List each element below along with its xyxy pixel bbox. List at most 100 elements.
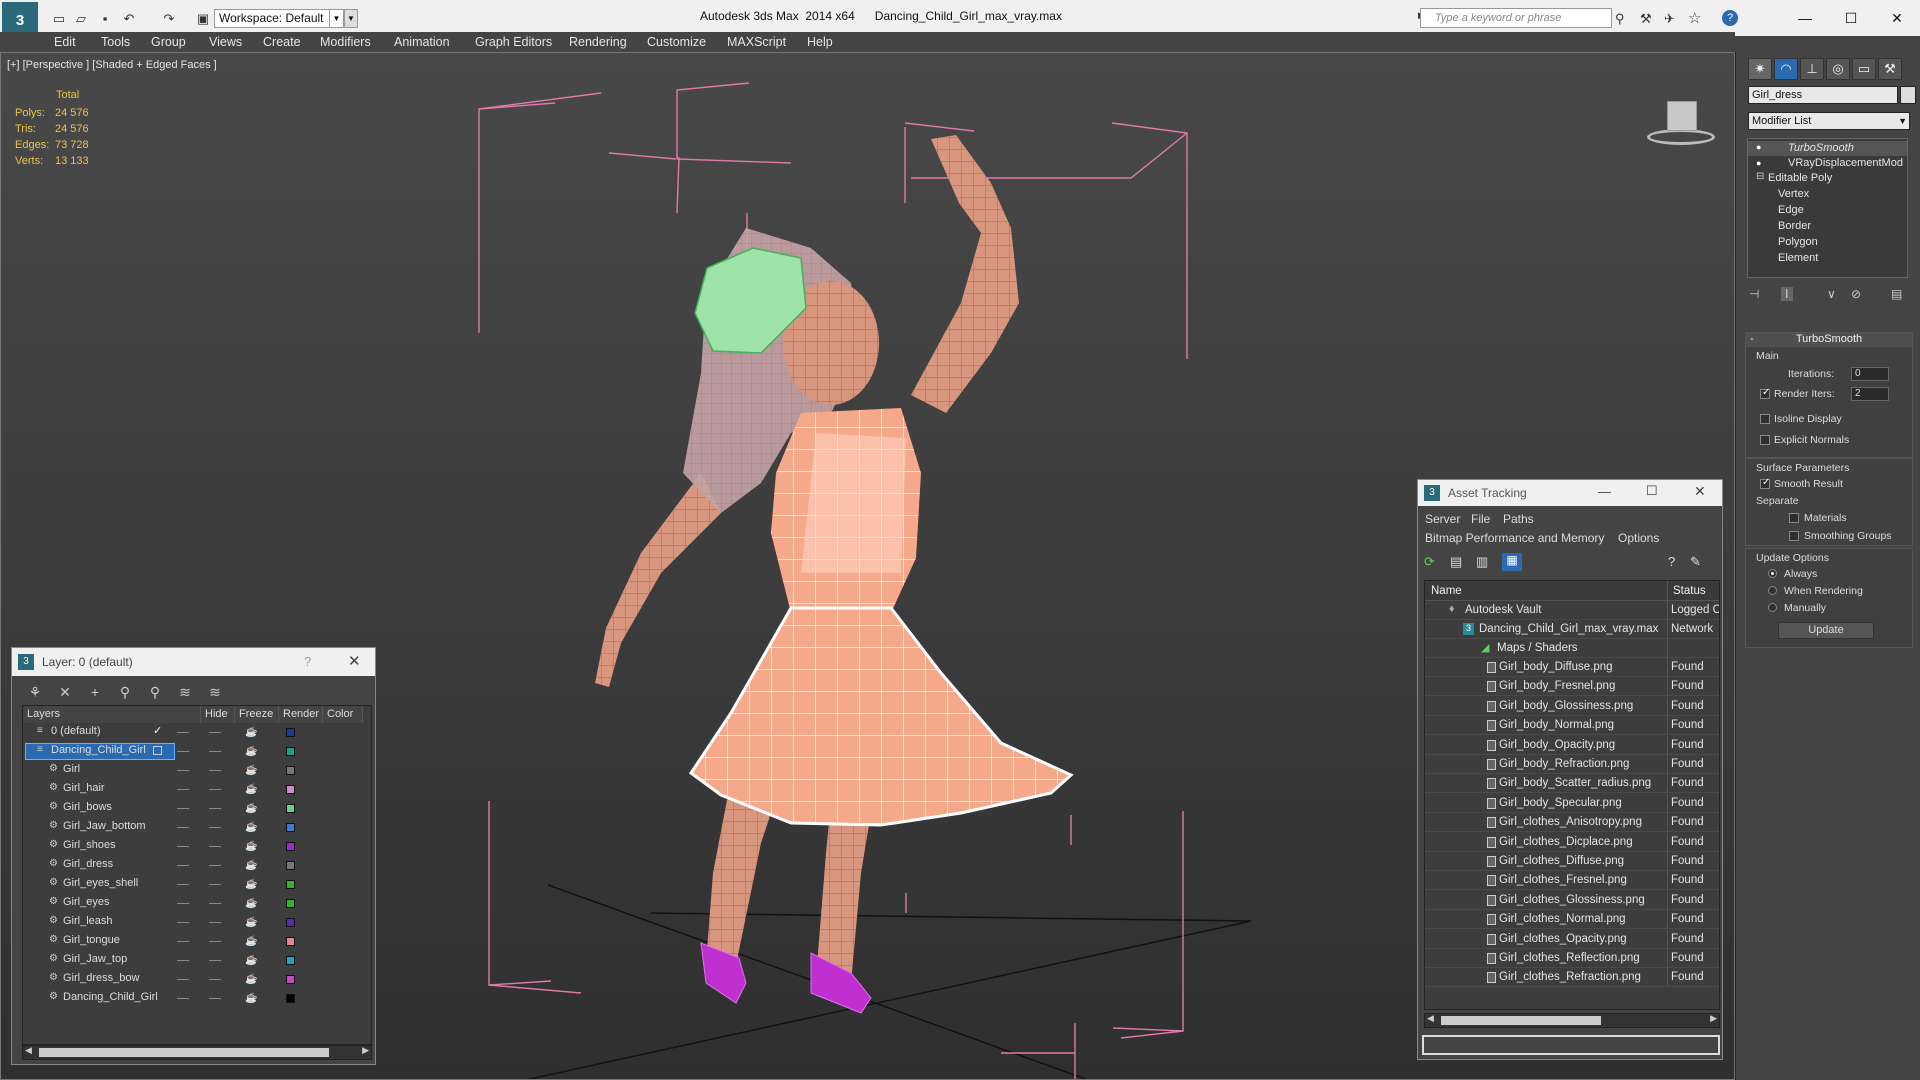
create-layer-icon[interactable]: ⚘ (26, 684, 44, 702)
freeze-all-icon[interactable]: ≋ (206, 684, 224, 702)
layer-row[interactable]: ≡ Dancing_Child_Girl ☕ (23, 742, 373, 761)
layer-row[interactable]: ⚙ Girl_eyes_shell ☕ (23, 875, 373, 894)
freeze-toggle[interactable] (209, 903, 221, 904)
menu-edit[interactable]: Edit (54, 35, 76, 49)
layer-row[interactable]: ⚙ Girl_bows ☕ (23, 799, 373, 818)
minimize-button[interactable]: — (1782, 6, 1828, 30)
modify-tab-icon[interactable]: ◠ (1774, 58, 1798, 80)
hide-all-icon[interactable]: ≋ (176, 684, 194, 702)
binoculars-icon[interactable]: ⚲ (1615, 11, 1625, 27)
layer-color-swatch[interactable] (286, 861, 295, 870)
configure-sets-icon[interactable]: ▤ (1891, 287, 1902, 301)
stack-item-vraydisplacement[interactable]: VRayDisplacementMod (1788, 157, 1903, 169)
make-unique-icon[interactable]: ∨ (1827, 287, 1836, 301)
menu-animation[interactable]: Animation (394, 35, 450, 49)
menu-views[interactable]: Views (209, 35, 242, 49)
layer-color-swatch[interactable] (286, 994, 295, 1003)
highlight-selected-icon[interactable]: ⚲ (146, 684, 164, 702)
layer-row[interactable]: ⚙ Girl ☕ (23, 761, 373, 780)
freeze-toggle[interactable] (209, 884, 221, 885)
collapse-icon[interactable]: ⊟ (1756, 171, 1764, 182)
hide-toggle[interactable] (177, 808, 189, 809)
freeze-toggle[interactable] (209, 789, 221, 790)
motion-tab-icon[interactable]: ◎ (1826, 58, 1850, 80)
asset-row-map[interactable]: Girl_clothes_Normal.png Found (1425, 910, 1719, 930)
render-teapot-icon[interactable]: ☕ (245, 955, 257, 966)
layer-row[interactable]: ⚙ Dancing_Child_Girl ☕ (23, 989, 373, 1008)
menu-rendering[interactable]: Rendering (569, 35, 627, 49)
minimize-button[interactable]: — (1598, 484, 1611, 499)
render-teapot-icon[interactable]: ☕ (245, 898, 257, 909)
hide-toggle[interactable] (177, 941, 189, 942)
asset-row-map[interactable]: Girl_body_Scatter_radius.png Found (1425, 774, 1719, 794)
open-file-icon[interactable]: ▱ (72, 10, 90, 27)
column-divider[interactable] (1667, 581, 1668, 601)
favorites-star-icon[interactable]: ☆ (1688, 9, 1701, 27)
col-color[interactable]: Color (323, 706, 363, 723)
object-name-field[interactable]: Girl_dress (1748, 86, 1898, 104)
asset-window-titlebar[interactable]: Asset Tracking (1418, 480, 1722, 506)
asset-row-map[interactable]: Girl_clothes_Glossiness.png Found (1425, 890, 1719, 910)
scroll-left-icon[interactable]: ◀ (25, 1045, 32, 1056)
menu-maxscript[interactable]: MAXScript (727, 35, 786, 49)
freeze-toggle[interactable] (209, 979, 221, 980)
communication-icon[interactable]: ✈ (1664, 11, 1675, 27)
freeze-toggle[interactable] (209, 922, 221, 923)
render-teapot-icon[interactable]: ☕ (245, 879, 257, 890)
modifier-list-dropdown[interactable]: Modifier List ▼ (1748, 112, 1910, 130)
save-icon[interactable]: ▪ (96, 10, 114, 27)
help-icon[interactable]: ? (1722, 10, 1738, 26)
stack-item-element[interactable]: Element (1778, 252, 1818, 264)
hide-toggle[interactable] (177, 922, 189, 923)
col-render[interactable]: Render (279, 706, 323, 723)
project-folder-icon[interactable]: ▣ (194, 10, 212, 27)
smoothing-groups-checkbox[interactable] (1789, 531, 1799, 541)
asset-row-map[interactable]: Girl_clothes_Opacity.png Found (1425, 929, 1719, 949)
asset-row-maps-shaders[interactable]: ◢ Maps / Shaders (1425, 639, 1719, 658)
layer-color-swatch[interactable] (286, 956, 295, 965)
display-tab-icon[interactable]: ▭ (1852, 58, 1876, 80)
redo-icon[interactable]: ↷ (160, 10, 178, 27)
hide-toggle[interactable] (177, 789, 189, 790)
col-status[interactable]: Status (1673, 585, 1706, 597)
menu-bitmap-performance[interactable]: Bitmap Performance and Memory (1425, 531, 1604, 545)
viewcube-icon[interactable] (1643, 93, 1719, 149)
menu-group[interactable]: Group (151, 35, 186, 49)
layer-row[interactable]: ⚙ Girl_Jaw_top ☕ (23, 951, 373, 970)
asset-row-map[interactable]: Girl_clothes_Fresnel.png Found (1425, 871, 1719, 891)
render-teapot-icon[interactable]: ☕ (245, 803, 257, 814)
col-hide[interactable]: Hide (201, 706, 235, 723)
asset-row-vault[interactable]: ♦ Autodesk Vault Logged C (1425, 601, 1719, 620)
asset-row-map[interactable]: Girl_clothes_Refraction.png Found (1425, 968, 1719, 988)
add-to-layer-icon[interactable]: + (86, 684, 104, 702)
scrollbar-thumb[interactable] (1441, 1016, 1601, 1025)
asset-row-map[interactable]: Girl_body_Normal.png Found (1425, 716, 1719, 736)
render-teapot-icon[interactable]: ☕ (245, 727, 257, 738)
search-input[interactable]: Type a keyword or phrase (1420, 8, 1612, 28)
layer-color-swatch[interactable] (286, 804, 295, 813)
menu-paths[interactable]: Paths (1503, 512, 1534, 526)
help-icon[interactable]: ? (304, 654, 311, 669)
render-iters-checkbox[interactable] (1760, 387, 1770, 399)
help-icon[interactable]: ? (1668, 554, 1675, 569)
render-teapot-icon[interactable]: ☕ (245, 974, 257, 985)
options-icon[interactable]: ✎ (1690, 554, 1701, 570)
layer-color-swatch[interactable] (286, 842, 295, 851)
menu-options[interactable]: Options (1618, 531, 1659, 545)
freeze-toggle[interactable] (209, 941, 221, 942)
freeze-toggle[interactable] (209, 808, 221, 809)
scroll-right-icon[interactable]: ▶ (362, 1045, 369, 1056)
object-color-swatch[interactable] (1900, 86, 1916, 104)
layer-row[interactable]: ⚙ Girl_eyes ☕ (23, 894, 373, 913)
hide-toggle[interactable] (177, 903, 189, 904)
asset-row-map[interactable]: Girl_body_Glossiness.png Found (1425, 696, 1719, 716)
freeze-toggle[interactable] (209, 846, 221, 847)
delete-layer-icon[interactable]: ✕ (56, 684, 74, 702)
render-teapot-icon[interactable]: ☕ (245, 936, 257, 947)
render-teapot-icon[interactable]: ☕ (245, 784, 257, 795)
hierarchy-tab-icon[interactable]: ⊥ (1800, 58, 1824, 80)
menu-graph-editors[interactable]: Graph Editors (475, 35, 552, 49)
rollout-title[interactable]: TurboSmooth (1746, 333, 1912, 347)
hide-toggle[interactable] (177, 884, 189, 885)
rollout-collapse-icon[interactable]: - (1750, 333, 1754, 345)
